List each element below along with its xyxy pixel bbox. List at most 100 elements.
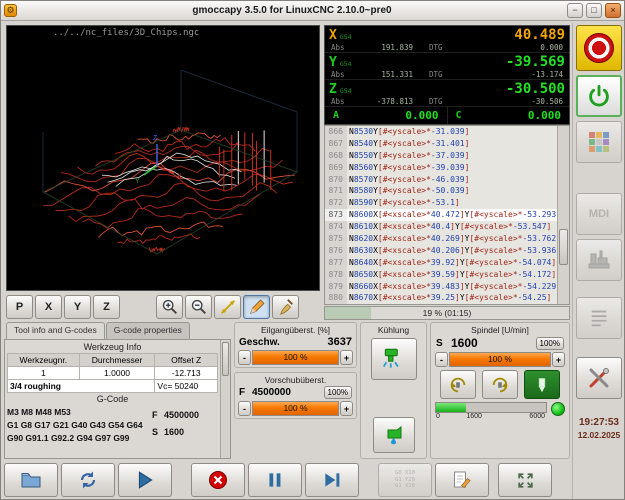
clear-plot-button[interactable] xyxy=(272,295,299,319)
titlebar[interactable]: ⚙ gmoccapy 3.5.0 for LinuxCNC 2.10.0~pre… xyxy=(1,1,624,21)
abs-value: 151.331 xyxy=(381,69,413,79)
draw-path-button[interactable] xyxy=(243,295,270,319)
estop-button[interactable] xyxy=(576,25,622,71)
gcode-line-text: N8570Y[#<yscale>*-46.039] xyxy=(349,174,470,184)
gcode-line-number: 878 xyxy=(325,268,347,281)
window-title: gmoccapy 3.5.0 for LinuxCNC 2.10.0~pre0 xyxy=(192,5,392,16)
settings-page-button[interactable] xyxy=(576,121,622,163)
view-y-button[interactable]: Y xyxy=(64,295,91,319)
gcode-line[interactable]: 874 N8610X[#<xscale>*40.4]Y[#<yscale>*-53… xyxy=(325,221,557,234)
axis-letter: A xyxy=(333,110,340,121)
run-from-line-button[interactable]: G0 X10 G1 Y20 G1 X10 xyxy=(378,463,432,497)
gcode-section-title: G-Code xyxy=(96,394,129,404)
speed-label: S xyxy=(152,427,159,437)
view-x-button[interactable]: X xyxy=(35,295,62,319)
machine-on-button[interactable] xyxy=(576,75,622,117)
reload-file-button[interactable] xyxy=(61,463,115,497)
gcode-line[interactable]: 873 N8600X[#<xscale>*40.472]Y[#<yscale>*-… xyxy=(325,209,557,222)
gcode-line[interactable]: 868 N8550Y[#<yscale>*-37.039] xyxy=(325,149,557,162)
gcode-line[interactable]: 867 N8540Y[#<yscale>*-31.401] xyxy=(325,137,557,150)
gcode-line[interactable]: 880 N8670X[#<xscale>*39.25]Y[#<yscale>*-5… xyxy=(325,292,557,304)
zoom-out-button[interactable] xyxy=(185,295,212,319)
machine-icon xyxy=(587,248,611,272)
gcode-line[interactable]: 871 N8580Y[#<yscale>*-50.039] xyxy=(325,185,557,198)
dtg-label: DTG xyxy=(429,42,443,52)
gcode-line[interactable]: 878 N8650X[#<xscale>*39.59]Y[#<yscale>*-5… xyxy=(325,268,557,281)
stop-program-button[interactable] xyxy=(191,463,245,497)
tab-tool-info[interactable]: Tool info and G-codes xyxy=(6,322,105,339)
gcode-line[interactable]: 879 N8660X[#<xscale>*39.483]Y[#<yscale>*-… xyxy=(325,280,557,293)
gcode-line-text: N8550Y[#<yscale>*-37.039] xyxy=(349,150,470,160)
date-display: 12.02.2025 xyxy=(577,430,621,440)
mist-coolant-button[interactable] xyxy=(370,338,417,380)
feed-override-trough[interactable]: 100 % xyxy=(252,401,339,416)
minimize-button[interactable]: − xyxy=(567,3,583,18)
maximize-button[interactable]: □ xyxy=(586,3,602,18)
gcode-line[interactable]: 877 N8640X[#<xscale>*39.92]Y[#<yscale>*-5… xyxy=(325,256,557,269)
gcode-line-text: N8660X[#<xscale>*39.483]Y[#<yscale>*-54.… xyxy=(349,281,557,291)
scrollbar-thumb[interactable] xyxy=(559,229,568,266)
gcode-line[interactable]: 872 N8590Y[#<yscale>*-53.1] xyxy=(325,197,557,210)
y-axis-label: Y xyxy=(135,178,140,185)
mdi-label: MDI xyxy=(588,208,610,220)
settings-grid-icon xyxy=(587,130,611,154)
power-icon xyxy=(587,84,611,108)
dro-axis-y[interactable]: Y G54 -39.569 Abs 151.331 DTG -13.174 xyxy=(325,53,569,80)
tool-table-button[interactable] xyxy=(576,297,622,339)
gcode-line-text: N8580Y[#<yscale>*-50.039] xyxy=(349,186,470,196)
edit-gcode-button[interactable] xyxy=(435,463,489,497)
dro-axis-c[interactable]: C 0.000 xyxy=(446,107,570,124)
broom-icon xyxy=(277,298,295,316)
gcode-line[interactable]: 870 N8570Y[#<yscale>*-46.039] xyxy=(325,173,557,186)
rapid-override-minus-button[interactable]: - xyxy=(238,350,251,365)
step-program-button[interactable] xyxy=(305,463,359,497)
spindle-left-button[interactable] xyxy=(440,370,476,399)
tool-settings-button[interactable] xyxy=(576,357,622,399)
tool-description: 3/4 roughing xyxy=(6,379,156,393)
spindle-override-minus-button[interactable]: - xyxy=(435,352,448,367)
rapid-override-trough[interactable]: 100 % xyxy=(252,350,339,365)
feed-override-plus-button[interactable]: + xyxy=(340,401,353,416)
dro-axis-z[interactable]: Z G54 -30.500 Abs -378.813 DTG -30.506 xyxy=(325,80,569,107)
info-scrollbar-thumb[interactable] xyxy=(222,342,229,376)
gcode-line-text: N8670X[#<xscale>*39.25]Y[#<yscale>*-54.2… xyxy=(349,293,552,303)
dro-axis-x[interactable]: X G54 40.489 Abs 191.839 DTG 0.000 xyxy=(325,26,569,53)
rapid-override-plus-button[interactable]: + xyxy=(340,350,353,365)
toolpath-plot: Z X Y xyxy=(41,69,299,255)
gcode-line[interactable]: 866 N8530Y[#<yscale>*-31.039] xyxy=(325,126,557,138)
gremlin-3d-preview[interactable]: Z X Y ../../nc_files/3D_Chips.ngc xyxy=(6,25,320,291)
spindle-override-trough[interactable]: 100 % xyxy=(449,352,551,367)
close-button[interactable]: × xyxy=(605,3,621,18)
gcode-line-text: N8630X[#<xscale>*40.206]Y[#<yscale>*-53.… xyxy=(349,245,557,255)
gcode-line[interactable]: 875 N8620X[#<xscale>*40.269]Y[#<yscale>*-… xyxy=(325,233,557,245)
gcode-line[interactable]: 869 N8560Y[#<yscale>*-39.039] xyxy=(325,161,557,174)
dro-axis-a[interactable]: A 0.000 xyxy=(325,107,447,124)
view-z-button[interactable]: Z xyxy=(93,295,120,319)
flood-coolant-button[interactable] xyxy=(372,417,415,453)
info-scrollbar[interactable] xyxy=(220,340,230,458)
spindle-override-plus-button[interactable]: + xyxy=(552,352,565,367)
gcode-line[interactable]: 876 N8630X[#<xscale>*40.206]Y[#<yscale>*-… xyxy=(325,244,557,257)
spindle-right-button[interactable] xyxy=(482,370,518,399)
gcode-scrollbar[interactable] xyxy=(557,126,569,304)
open-file-button[interactable] xyxy=(4,463,58,497)
feed-override-reset-button[interactable]: 100% xyxy=(323,386,352,399)
gcode-line-number: 875 xyxy=(325,233,347,245)
active-feed-speed: F 4500000 S 1600 xyxy=(152,406,218,445)
feed-override-minus-button[interactable]: - xyxy=(238,401,251,416)
spindle-rpm-bar xyxy=(435,402,547,413)
dimensions-button[interactable] xyxy=(214,295,241,319)
col-offset-z: Offset Z xyxy=(154,353,218,367)
spindle-stop-button[interactable] xyxy=(524,370,560,399)
fullscreen-button[interactable] xyxy=(498,463,552,497)
run-program-button[interactable] xyxy=(118,463,172,497)
tab-gcode-properties[interactable]: G-code properties xyxy=(105,322,190,339)
zoom-in-button[interactable] xyxy=(156,295,183,319)
view-p-button[interactable]: P xyxy=(6,295,33,319)
gcode-line-number: 877 xyxy=(325,256,347,269)
pause-program-button[interactable] xyxy=(248,463,302,497)
machine-view-button[interactable] xyxy=(576,239,622,281)
spindle-override-reset-button[interactable]: 100% xyxy=(535,336,564,350)
mdi-mode-button[interactable]: MDI xyxy=(576,193,622,235)
reload-icon xyxy=(78,470,98,490)
